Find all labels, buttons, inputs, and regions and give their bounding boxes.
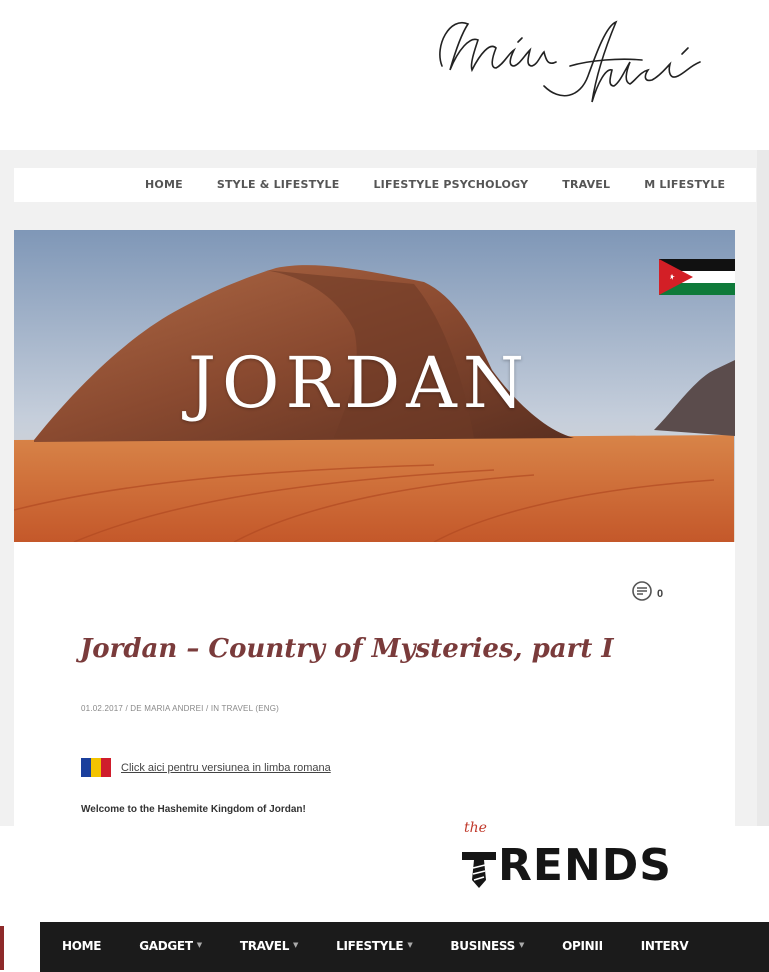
trends-nav-opinii[interactable]: OPINII [562,939,603,953]
trends-nav-home[interactable]: HOME [62,939,101,953]
trends-nav-interviuri-label: INTERV [640,939,689,953]
trends-nav-lifestyle-label: LIFESTYLE [336,939,404,953]
comment-link[interactable]: 0 [631,580,663,607]
post-intro: Welcome to the Hashemite Kingdom of Jord… [81,804,306,815]
chevron-down-icon: ▼ [407,941,413,949]
trends-nav-business-label: BUSINESS [450,939,515,953]
trends-nav-travel-label: TRAVEL [239,939,290,953]
trends-nav-business[interactable]: BUSINESS ▼ [450,939,524,953]
main-nav: HOME STYLE & LIFESTYLE LIFESTYLE PSYCHOL… [14,168,756,202]
nav-item-travel[interactable]: TRAVEL [562,178,610,191]
nav-item-style-lifestyle[interactable]: STYLE & LIFESTYLE [217,178,340,191]
chevron-down-icon: ▼ [196,941,202,949]
hero-image[interactable]: JORDAN [14,230,735,542]
nav-item-home[interactable]: HOME [145,178,183,191]
trends-logo[interactable]: the RENDS [462,820,672,891]
trends-nav: HOME GADGET ▼ TRAVEL ▼ LIFESTYLE ▼ BUSINESS… [40,922,769,972]
hero-title: JORDAN [188,342,531,424]
trends-logo-word: RENDS [498,840,672,891]
trends-nav-lifestyle[interactable]: LIFESTYLE ▼ [336,939,413,953]
nav-item-lifestyle-psychology[interactable]: LIFESTYLE PSYCHOLOGY [373,178,528,191]
trends-nav-interviuri[interactable]: INTERV [641,939,689,953]
trends-nav-gadget-label: GADGET [139,939,193,953]
language-switch[interactable]: Click aici pentru versiunea in limba rom… [81,758,331,777]
comment-count: 0 [657,587,664,600]
trends-nav-home-label: HOME [62,939,102,953]
tie-icon [462,838,496,888]
signature-svg [439,20,701,103]
post-card: JORDAN 0 Jordan – Country of Mysteries, … [14,230,735,830]
left-edge-mark [0,922,40,972]
comment-icon [631,580,653,607]
trends-nav-travel[interactable]: TRAVEL ▼ [239,939,299,953]
trends-logo-the: the [464,820,487,836]
trends-nav-opinii-label: OPINII [562,939,603,953]
nav-item-m-lifestyle[interactable]: M LIFESTYLE [644,178,725,191]
post-title[interactable]: Jordan – Country of Mysteries, part I [80,634,614,664]
chevron-down-icon: ▼ [519,941,525,949]
sidebar-strip [757,150,769,840]
signature-logo[interactable] [420,6,720,126]
chevron-down-icon: ▼ [293,941,299,949]
jordan-flag [659,259,735,295]
romanian-version-link[interactable]: Click aici pentru versiunea in limba rom… [121,762,331,774]
romania-flag-icon [81,758,111,777]
post-meta: 01.02.2017 / DE MARIA ANDREI / IN TRAVEL… [81,704,280,713]
trends-nav-gadget[interactable]: GADGET ▼ [139,939,202,953]
